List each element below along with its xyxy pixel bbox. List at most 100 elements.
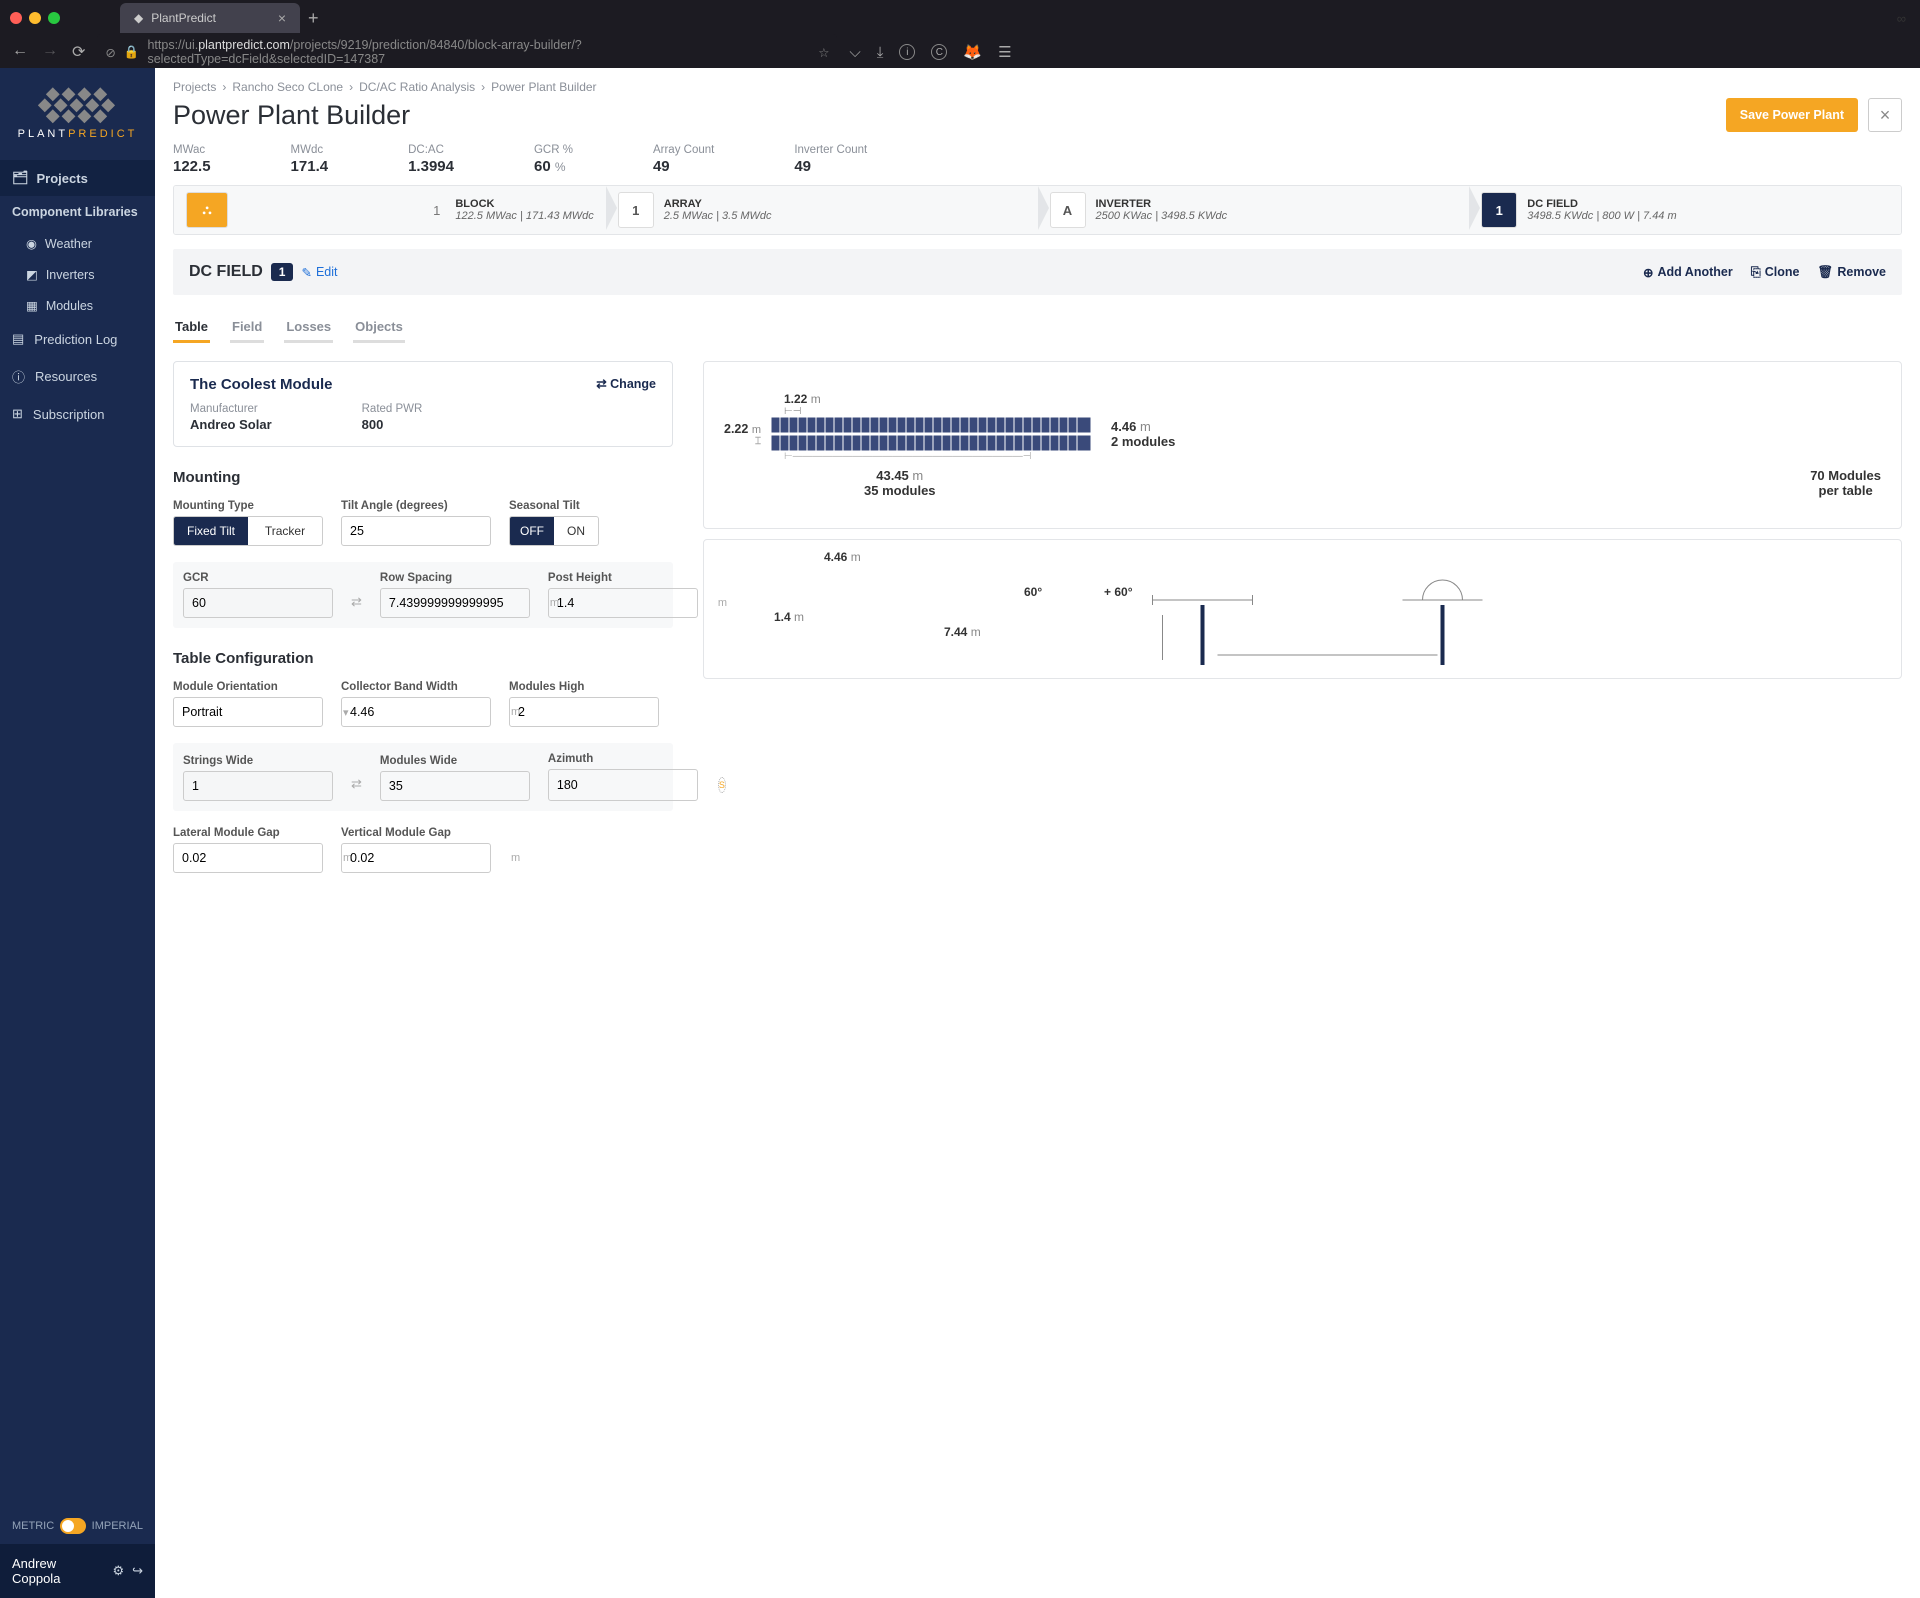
seasonal-off[interactable]: OFF	[510, 517, 554, 545]
shield-icon: ⊘	[105, 45, 115, 60]
user-name: Andrew Coppola	[12, 1556, 104, 1586]
tab-title: PlantPredict	[151, 11, 216, 25]
address-bar[interactable]: ⊘ 🔒 https://ui.plantpredict.com/projects…	[97, 34, 837, 70]
tilt-angle-input[interactable]: °	[341, 516, 491, 546]
modules-high-input[interactable]	[509, 697, 659, 727]
sidebar: ◆◆◆◆◆◆◆◆◆◆◆◆◆ PLANTPREDICT 🗂 Projects Co…	[0, 68, 155, 1598]
sidebar-item-subscription[interactable]: ⊞Subscription	[0, 396, 155, 432]
window-min-dot[interactable]	[29, 12, 41, 24]
sidebar-item-prediction-log[interactable]: ▤Prediction Log	[0, 321, 155, 357]
tab-table[interactable]: Table	[173, 313, 210, 343]
unit-toggle-pill[interactable]	[60, 1518, 85, 1534]
lock-icon: 🔒	[124, 45, 140, 60]
sidebar-item-inverters[interactable]: ◩Inverters	[0, 259, 155, 290]
window-max-dot[interactable]	[48, 12, 60, 24]
strings-wide-input[interactable]	[183, 771, 333, 801]
close-tab-icon[interactable]: ×	[278, 10, 286, 26]
bc-project[interactable]: Rancho Seco CLone	[232, 80, 343, 94]
logout-icon[interactable]: ↪	[132, 1563, 143, 1579]
plus-icon: ⊞	[12, 406, 23, 422]
table-diagram: 1.22 m ⊢⊣ 2.22 m⌶	[703, 361, 1902, 529]
bc-prediction[interactable]: DC/AC Ratio Analysis	[359, 80, 475, 94]
folder-icon: 🗂	[12, 170, 29, 186]
change-module-button[interactable]: ⇄ Change	[596, 376, 656, 391]
sidebar-section-libraries: Component Libraries	[0, 196, 155, 228]
save-button[interactable]: Save Power Plant	[1726, 98, 1858, 132]
info-icon[interactable]: i	[899, 44, 915, 60]
reload-button[interactable]: ⟳	[72, 42, 85, 62]
bookmark-icon[interactable]: ☆	[818, 45, 829, 60]
sidebar-item-resources[interactable]: ⓘResources	[0, 357, 155, 396]
ext2-icon[interactable]: 🦊	[963, 43, 982, 61]
unit-toggle[interactable]: METRIC IMPERIAL	[0, 1508, 155, 1544]
weather-icon: ◉	[26, 236, 37, 251]
tracker-option[interactable]: Tracker	[248, 517, 322, 545]
section-label: DC FIELD	[189, 263, 263, 281]
inverter-icon: ◩	[26, 267, 38, 282]
swap-icon-2[interactable]: ⇄	[351, 762, 362, 792]
tab-losses[interactable]: Losses	[284, 313, 333, 343]
new-tab-button[interactable]: +	[308, 8, 319, 29]
ext-icon[interactable]: C	[931, 44, 947, 60]
step-array[interactable]: 1 ARRAY2.5 MWac | 3.5 MWdc	[606, 186, 1038, 234]
tab-field[interactable]: Field	[230, 313, 264, 343]
azimuth-input[interactable]: S	[548, 769, 698, 801]
sidebar-item-modules[interactable]: ▦Modules	[0, 290, 155, 321]
settings-icon[interactable]: ⚙	[112, 1563, 124, 1579]
back-button[interactable]: ←	[12, 42, 28, 62]
row-spacing-input[interactable]: m	[380, 588, 530, 618]
info-icon: ⓘ	[12, 367, 25, 386]
mounting-type-toggle[interactable]: Fixed Tilt Tracker	[173, 516, 323, 546]
page-title: Power Plant Builder	[173, 100, 410, 131]
table-config-heading: Table Configuration	[173, 650, 673, 667]
orientation-select[interactable]: ▾	[173, 697, 323, 727]
post-diagram: 4.46 m 1.4 m 7.44 m 60° + 60°	[703, 539, 1902, 679]
swap-icon[interactable]: ⇄	[351, 580, 362, 610]
gcr-input[interactable]	[183, 588, 333, 618]
module-card: ⇄ Change The Coolest Module Manufacturer…	[173, 361, 673, 447]
seasonal-on[interactable]: ON	[554, 517, 598, 545]
modules-wide-input[interactable]	[380, 771, 530, 801]
panel-array-svg	[771, 417, 1091, 451]
logo: ◆◆◆◆◆◆◆◆◆◆◆◆◆ PLANTPREDICT	[0, 68, 155, 160]
section-number: 1	[271, 263, 294, 281]
step-block[interactable]: ⛬ 1 BLOCK122.5 MWac | 171.43 MWdc	[174, 186, 606, 234]
seasonal-tilt-toggle[interactable]: OFF ON	[509, 516, 599, 546]
window-close-dot[interactable]	[10, 12, 22, 24]
bc-projects[interactable]: Projects	[173, 80, 216, 94]
bc-current: Power Plant Builder	[491, 80, 596, 94]
pocket-icon[interactable]: ⌵	[849, 44, 860, 61]
tab-objects[interactable]: Objects	[353, 313, 405, 343]
vertical-gap-input[interactable]: m	[341, 843, 491, 873]
menu-icon[interactable]: ☰	[998, 43, 1011, 61]
browser-tab[interactable]: ◆ PlantPredict ×	[120, 3, 300, 33]
module-name: The Coolest Module	[190, 376, 656, 393]
add-another-button[interactable]: ⊕Add Another	[1643, 265, 1733, 280]
stat-label: MWac	[173, 144, 211, 156]
sidebar-item-projects[interactable]: 🗂 Projects	[0, 160, 155, 196]
profile-avatar[interactable]: ∞	[1897, 11, 1906, 26]
step-inverter[interactable]: A INVERTER2500 KWac | 3498.5 KWdc	[1038, 186, 1470, 234]
log-icon: ▤	[12, 331, 24, 347]
stat-value: 122.5	[173, 158, 211, 175]
hierarchy-icon: ⛬	[186, 192, 228, 228]
lateral-gap-input[interactable]: m	[173, 843, 323, 873]
url-text: https://ui.plantpredict.com/projects/921…	[147, 38, 810, 66]
sidebar-item-weather[interactable]: ◉Weather	[0, 228, 155, 259]
step-dcfield[interactable]: 1 DC FIELD3498.5 KWdc | 800 W | 7.44 m	[1469, 186, 1901, 234]
plus-circle-icon: ⊕	[1643, 265, 1653, 280]
tab-favicon: ◆	[134, 11, 143, 25]
post-height-input[interactable]: m	[548, 588, 698, 618]
fixed-tilt-option[interactable]: Fixed Tilt	[174, 517, 248, 545]
band-width-input[interactable]: m	[341, 697, 491, 727]
pencil-icon: ✎	[301, 265, 311, 280]
module-icon: ▦	[26, 298, 38, 313]
clone-button[interactable]: ⎘Clone	[1751, 265, 1800, 280]
remove-button[interactable]: 🗑Remove	[1817, 265, 1886, 280]
download-icon[interactable]: ⤓	[877, 44, 884, 61]
close-button[interactable]: ×	[1868, 98, 1902, 132]
trash-icon: 🗑	[1817, 265, 1833, 280]
edit-link[interactable]: ✎Edit	[301, 265, 337, 280]
forward-button[interactable]: →	[42, 42, 58, 62]
breadcrumb: Projects › Rancho Seco CLone › DC/AC Rat…	[155, 68, 1920, 94]
